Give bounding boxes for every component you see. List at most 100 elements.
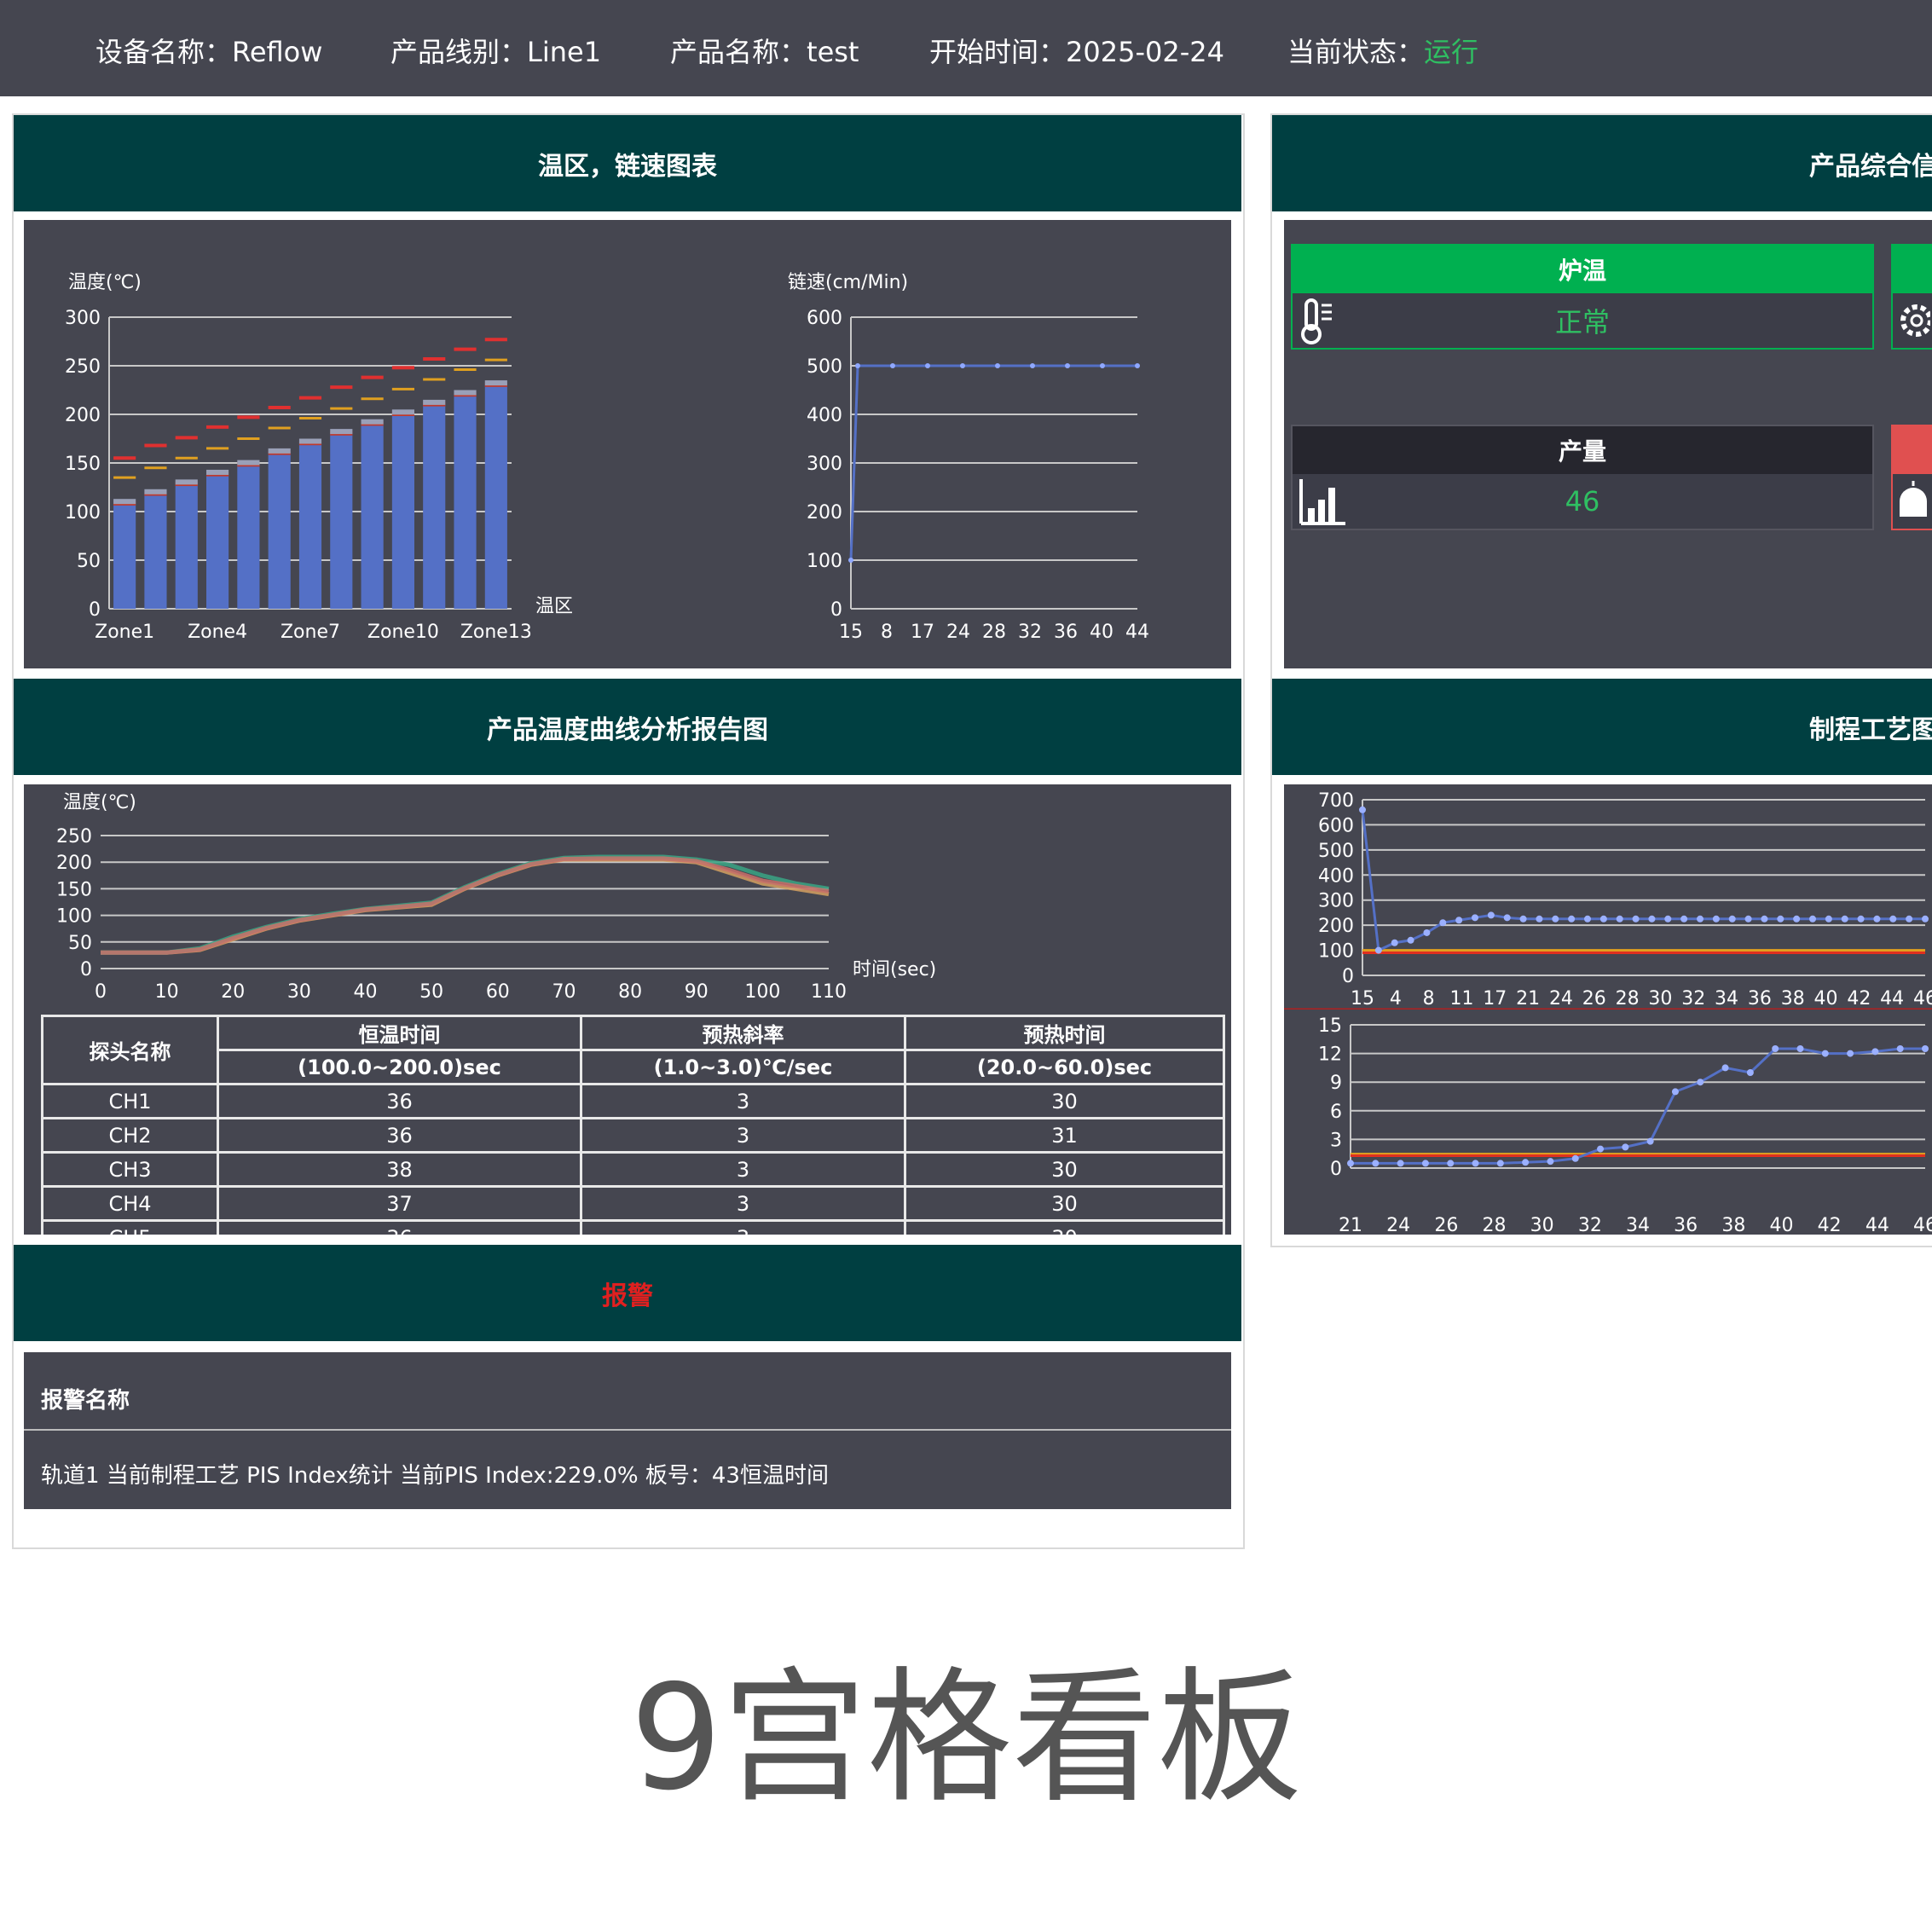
process1-point	[1439, 919, 1447, 927]
process1-y-tick: 700	[1318, 790, 1354, 812]
preheat-time-header: 预热时间	[904, 1015, 1225, 1051]
profile-y-tick: 100	[56, 906, 92, 928]
process1-point	[1825, 915, 1832, 923]
profile-x-tick: 60	[486, 981, 510, 1003]
zone-bar-band	[144, 489, 167, 495]
profile-y-tick: 150	[56, 879, 92, 900]
process1-point	[1599, 915, 1607, 923]
process2-x-tick: 42	[1818, 1215, 1842, 1235]
process2-point	[1922, 1045, 1929, 1052]
zone-y-tick: 300	[65, 308, 101, 329]
zone-bar	[298, 443, 322, 609]
probe-name-header: 探头名称	[41, 1015, 219, 1085]
process1-x-tick: 4	[1390, 988, 1402, 1009]
profile-y-tick: 250	[56, 826, 92, 847]
process1-point	[1841, 915, 1848, 923]
process1-point	[1584, 915, 1591, 923]
process1-point	[1873, 915, 1881, 923]
process1-point	[1922, 915, 1929, 923]
process2-point	[1721, 1064, 1729, 1072]
process2-point	[1871, 1048, 1879, 1056]
process1-point	[1616, 915, 1623, 923]
process2-x-tick: 26	[1434, 1215, 1458, 1235]
profile-x-tick: 30	[287, 981, 311, 1003]
process2-series-line	[1351, 1047, 1925, 1165]
process1-y-tick: 0	[1342, 966, 1354, 987]
process1-point	[1407, 936, 1414, 944]
zone-bar	[268, 453, 291, 609]
profile-x-tick: 110	[811, 981, 847, 1003]
process2-point	[1472, 1160, 1479, 1167]
process2-point	[1796, 1045, 1804, 1052]
zone-bar	[237, 465, 260, 609]
zone-x-tick: Zone4	[188, 622, 247, 643]
thermometer-icon	[1301, 298, 1332, 344]
table-cell: 31	[904, 1117, 1225, 1154]
output-value: 46	[1565, 485, 1600, 518]
zone-temp-chart: 温度(℃) 0 50 100 150 200 250 300 Zone1 Zone4 Zone7 Zo…	[65, 272, 573, 643]
zone-bar	[330, 433, 353, 609]
zone-y-tick: 200	[65, 405, 101, 426]
process1-point	[1889, 915, 1897, 923]
zone-y-tick: 0	[89, 599, 101, 621]
process1-point	[1472, 914, 1478, 922]
process1-x-tick: 34	[1715, 988, 1738, 1009]
preheat-time-range: (20.0~60.0)sec	[904, 1049, 1225, 1085]
process1-point	[1632, 915, 1640, 923]
zone-bar-band	[268, 448, 291, 454]
zone-x-tick: Zone13	[460, 622, 532, 643]
process2-point	[1746, 1069, 1754, 1076]
table-row: CH2 36 3 31	[41, 1117, 1225, 1154]
process2-point	[1597, 1145, 1605, 1153]
profile-series-line	[101, 856, 830, 955]
speed-point	[1100, 363, 1105, 368]
profile-x-tick: 80	[618, 981, 642, 1003]
process2-y-tick: 9	[1330, 1073, 1342, 1094]
process1-point	[1568, 915, 1576, 923]
process1-x-tick: 11	[1449, 988, 1473, 1009]
process2-point	[1421, 1160, 1429, 1167]
table-cell: CH3	[41, 1151, 219, 1188]
alarm-column-header: 报警名称	[41, 1388, 130, 1414]
process1-x-tick: 44	[1880, 988, 1904, 1009]
speed-x-tick: 28	[982, 622, 1006, 643]
process1-point	[1777, 915, 1784, 923]
zone-bar	[113, 503, 136, 609]
zone-y-tick: 150	[65, 454, 101, 475]
process1-y-tick: 200	[1318, 916, 1354, 937]
process2-point	[1622, 1143, 1629, 1151]
zone-bar	[484, 385, 507, 609]
product-info-panel: 炉温 正常 产量 46	[1284, 220, 1932, 668]
zone-x-tick: Zone10	[367, 622, 439, 643]
zone-bar-band	[298, 438, 322, 444]
table-cell: CH1	[41, 1083, 219, 1119]
speed-y-tick: 100	[807, 551, 842, 572]
process2-point	[1397, 1160, 1404, 1167]
speed-x-tick: 36	[1054, 622, 1078, 643]
zone-y-tick: 100	[65, 502, 101, 523]
soak-time-range: (100.0~200.0)sec	[217, 1049, 582, 1085]
process1-x-tick: 26	[1582, 988, 1606, 1009]
process2-point	[1571, 1154, 1579, 1162]
profile-x-tick: 100	[744, 981, 780, 1003]
start-time-info: 开始时间：2025-02-24	[929, 36, 1224, 68]
process2-point	[1896, 1045, 1904, 1052]
process2-point	[1447, 1160, 1455, 1167]
process2-point	[1347, 1160, 1354, 1167]
speed-point	[855, 363, 860, 368]
process2-point	[1522, 1159, 1530, 1166]
process1-x-tick: 40	[1814, 988, 1838, 1009]
process1-point	[1664, 915, 1672, 923]
profile-header: 产品温度曲线分析报告图	[14, 679, 1241, 775]
process2-x-tick: 34	[1626, 1215, 1650, 1235]
alarm-bell-icon	[1900, 481, 1927, 517]
process2-x-tick: 28	[1483, 1215, 1507, 1235]
alarm-panel: 报警名称 轨道1 当前制程工艺 PIS Index统计 当前PIS Index:…	[24, 1352, 1231, 1509]
speed-x-tick: 8	[881, 622, 893, 643]
process1-point	[1374, 946, 1382, 954]
process2-point	[1697, 1079, 1704, 1086]
preheat-slope-range: (1.0~3.0)℃/sec	[580, 1049, 906, 1085]
process2-x-tick: 46	[1913, 1215, 1932, 1235]
process1-y-tick: 300	[1318, 891, 1354, 912]
zone-bar-band	[423, 399, 446, 405]
